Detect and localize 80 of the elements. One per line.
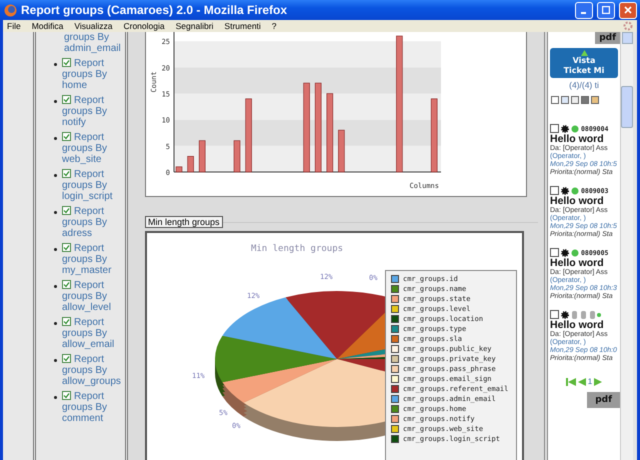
checkbox[interactable]	[550, 310, 559, 319]
checkbox[interactable]	[550, 186, 559, 195]
gear-icon	[561, 186, 569, 194]
menu-item[interactable]: Modifica	[32, 21, 64, 31]
next-page-icon[interactable]	[594, 378, 602, 386]
checkbox[interactable]	[550, 248, 559, 257]
gear-icon	[561, 124, 569, 132]
menu-item[interactable]: Segnalibri	[176, 21, 214, 31]
sidebar-link[interactable]: Report groups By comment	[62, 391, 122, 424]
ticket-title: Hello word	[550, 257, 605, 269]
sidebar-link[interactable]: Report groups By web_site	[62, 132, 122, 165]
checkbox[interactable]	[550, 124, 559, 133]
menu-item[interactable]: Visualizza	[74, 21, 112, 31]
checkbox[interactable]	[551, 96, 559, 104]
gear-icon	[561, 310, 569, 318]
bullet-icon	[54, 211, 57, 214]
checkbox[interactable]	[62, 243, 71, 252]
sidebar-link[interactable]: Report groups By allow_groups	[62, 354, 122, 387]
pdf-button[interactable]: pdf	[595, 32, 620, 44]
first-page-icon[interactable]	[566, 378, 576, 386]
page-link[interactable]: 1	[588, 377, 592, 386]
bullet-icon	[54, 137, 57, 140]
checkbox[interactable]	[62, 132, 71, 141]
header-text: Vista	[572, 56, 596, 66]
bar	[234, 140, 240, 172]
loading-icon	[623, 21, 633, 31]
ticket-count: (4)/(4) ti	[569, 80, 599, 90]
close-icon	[624, 6, 632, 14]
arrow-up-icon	[580, 50, 588, 56]
bullet-icon	[54, 396, 57, 399]
bar	[198, 140, 206, 172]
menu-item[interactable]: ?	[272, 21, 277, 31]
chart-title: Min length groups	[250, 244, 344, 254]
pdf-button[interactable]: pdf	[587, 392, 620, 408]
bullet-icon	[54, 174, 57, 177]
checkbox[interactable]	[62, 206, 71, 215]
maximize-icon	[602, 6, 610, 14]
status-dot-icon	[571, 124, 579, 132]
bullet-icon	[54, 285, 57, 288]
bullet-icon	[54, 359, 57, 362]
checkbox[interactable]	[62, 317, 71, 326]
sidebar-link[interactable]: Report groups By allow_level	[62, 280, 122, 313]
sidebar-link[interactable]: Report groups By notify	[62, 95, 122, 128]
sidebar-link[interactable]: Report groups By home	[62, 58, 122, 91]
sidebar-link[interactable]: Report groups By login_script	[62, 169, 122, 202]
menu-item[interactable]: Cronologia	[123, 21, 165, 31]
checkbox[interactable]	[62, 95, 71, 104]
checkbox[interactable]	[62, 169, 71, 178]
checkbox[interactable]	[62, 280, 71, 289]
status-dot-icon	[571, 186, 579, 194]
checkbox[interactable]	[62, 58, 71, 67]
gear-icon	[561, 248, 569, 256]
checkbox[interactable]	[62, 391, 71, 400]
sidebar-link[interactable]: Report groups By my_master	[62, 243, 122, 276]
bullet-icon	[54, 100, 57, 103]
bar	[176, 166, 182, 172]
status-dot-icon	[571, 248, 579, 256]
sidebar-link[interactable]: groups By admin_email	[64, 32, 124, 54]
previous-page-icon[interactable]	[578, 378, 586, 386]
section-caption: Min length groups	[145, 216, 223, 228]
checkbox[interactable]	[62, 354, 71, 363]
sidebar-link[interactable]: Report groups By allow_email	[62, 317, 122, 350]
ticket-title: Hello word	[550, 133, 605, 145]
sidebar-link[interactable]: Report groups By adress	[62, 206, 122, 239]
status-icons-drawing	[571, 310, 601, 318]
close-button[interactable]	[619, 2, 637, 18]
browser-logo-icon	[4, 4, 17, 16]
bullet-icon	[54, 248, 57, 251]
maximize-button[interactable]	[597, 2, 615, 18]
bullet-icon	[54, 322, 57, 325]
bar	[187, 156, 194, 172]
menu-item[interactable]: Strumenti	[224, 21, 261, 31]
menu-item[interactable]: File	[7, 21, 21, 31]
ticket-title: Hello word	[550, 195, 605, 207]
ticket-title: Hello word	[550, 319, 605, 331]
minimize-button[interactable]	[575, 2, 593, 18]
bar	[338, 130, 345, 172]
window-title: Report groups (Camaroes) 2.0 - Mozilla Firefox	[21, 3, 288, 17]
header-text: Ticket Mi	[564, 66, 604, 76]
bullet-icon	[54, 63, 57, 66]
